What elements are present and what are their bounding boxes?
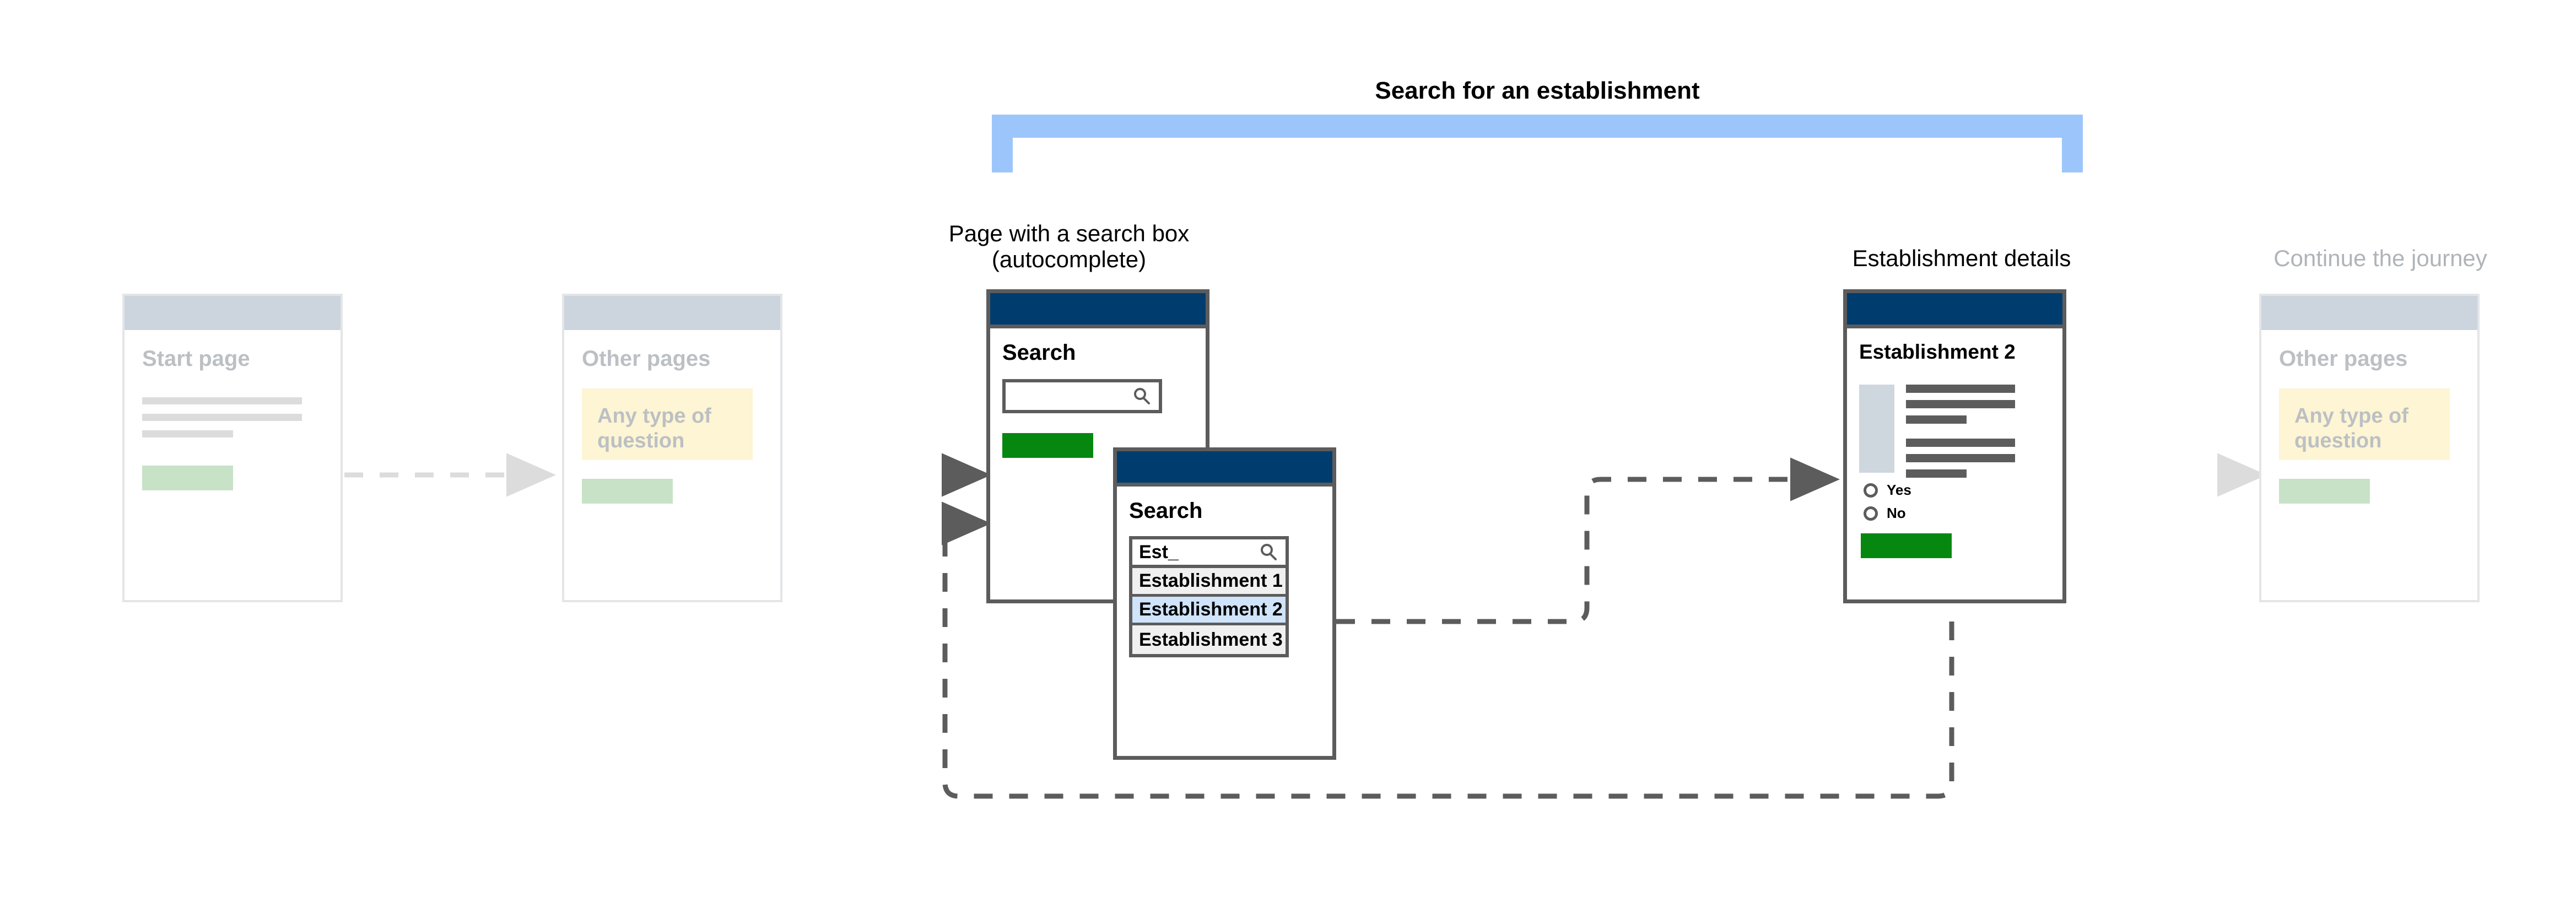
radio-option-yes[interactable]: Yes (1864, 482, 1911, 499)
card-autocomplete: Search Est_ Establishment 1 Establishmen… (1113, 447, 1336, 760)
card-header-bar (2261, 296, 2477, 330)
card-title-other-pages: Other pages (2279, 347, 2408, 371)
establishment-image-placeholder (1859, 385, 1894, 473)
flow-diagram-canvas: Search for an establishment Page with a … (0, 0, 2576, 897)
autocomplete-option[interactable]: Establishment 3 (1132, 625, 1286, 654)
card-title-other-pages: Other pages (582, 347, 711, 371)
primary-button[interactable] (1002, 433, 1093, 458)
card-header-bar (1847, 293, 2062, 328)
question-placeholder-label: Any type of question (2294, 404, 2408, 452)
radio-label-yes: Yes (1887, 482, 1911, 498)
card-header-bar (125, 296, 341, 330)
connector-autocomplete-to-details (1336, 457, 1840, 624)
radio-label-no: No (1887, 505, 1906, 521)
question-placeholder-box: Any type of question (582, 388, 753, 460)
detail-line (1906, 439, 2015, 447)
primary-button[interactable] (2279, 479, 2370, 504)
skeleton-line (142, 397, 302, 404)
caption-establishment-details: Establishment details (1852, 245, 2071, 271)
caption-search-page: Page with a search box (autocomplete) (948, 220, 1190, 273)
autocomplete-option[interactable]: Establishment 1 (1132, 568, 1286, 597)
radio-circle-icon (1864, 506, 1878, 521)
autocomplete-option-selected[interactable]: Establishment 2 (1132, 597, 1286, 625)
detail-line (1906, 385, 2015, 393)
autocomplete-input-value: Est_ (1139, 541, 1179, 563)
autocomplete-option-label: Establishment 1 (1139, 570, 1283, 591)
card-title-establishment: Establishment 2 (1859, 341, 2016, 363)
card-start-page: Start page (122, 294, 343, 602)
search-icon (1132, 387, 1151, 406)
caption-continue-journey: Continue the journey (2273, 245, 2487, 271)
autocomplete-option-label: Establishment 3 (1139, 629, 1283, 650)
card-title-start-page: Start page (142, 347, 250, 371)
question-placeholder-label: Any type of question (597, 404, 711, 452)
autocomplete-option-label: Establishment 2 (1139, 599, 1283, 620)
card-other-pages-left: Other pages Any type of question (562, 294, 782, 602)
question-placeholder-box: Any type of question (2279, 388, 2450, 460)
primary-button[interactable] (1861, 533, 1952, 558)
search-icon (1259, 543, 1278, 561)
detail-line (1906, 400, 2015, 408)
section-bracket (992, 115, 2083, 172)
detail-line (1906, 454, 2015, 462)
autocomplete-input[interactable]: Est_ (1129, 536, 1289, 568)
autocomplete-suggestion-list: Establishment 1 Establishment 2 Establis… (1129, 568, 1289, 657)
primary-button[interactable] (142, 466, 233, 490)
radio-option-no[interactable]: No (1864, 505, 1906, 522)
skeleton-line (142, 430, 233, 437)
section-title: Search for an establishment (1375, 77, 1700, 104)
card-header-bar (1117, 451, 1332, 487)
detail-line (1906, 469, 1967, 478)
bracket-top-bar (992, 115, 2083, 138)
card-title-autocomplete-search: Search (1129, 499, 1203, 523)
primary-button[interactable] (582, 479, 673, 504)
bracket-right-leg (2062, 115, 2083, 172)
radio-circle-icon (1864, 483, 1878, 498)
search-input[interactable] (1002, 379, 1162, 413)
detail-line (1906, 415, 1967, 424)
card-header-bar (990, 293, 1206, 328)
card-header-bar (564, 296, 780, 330)
bracket-left-leg (992, 115, 1013, 172)
card-title-search: Search (1002, 341, 1076, 365)
skeleton-line (142, 414, 302, 421)
card-other-pages-right: Other pages Any type of question (2259, 294, 2480, 602)
card-establishment-details: Establishment 2 Yes No (1843, 289, 2066, 603)
